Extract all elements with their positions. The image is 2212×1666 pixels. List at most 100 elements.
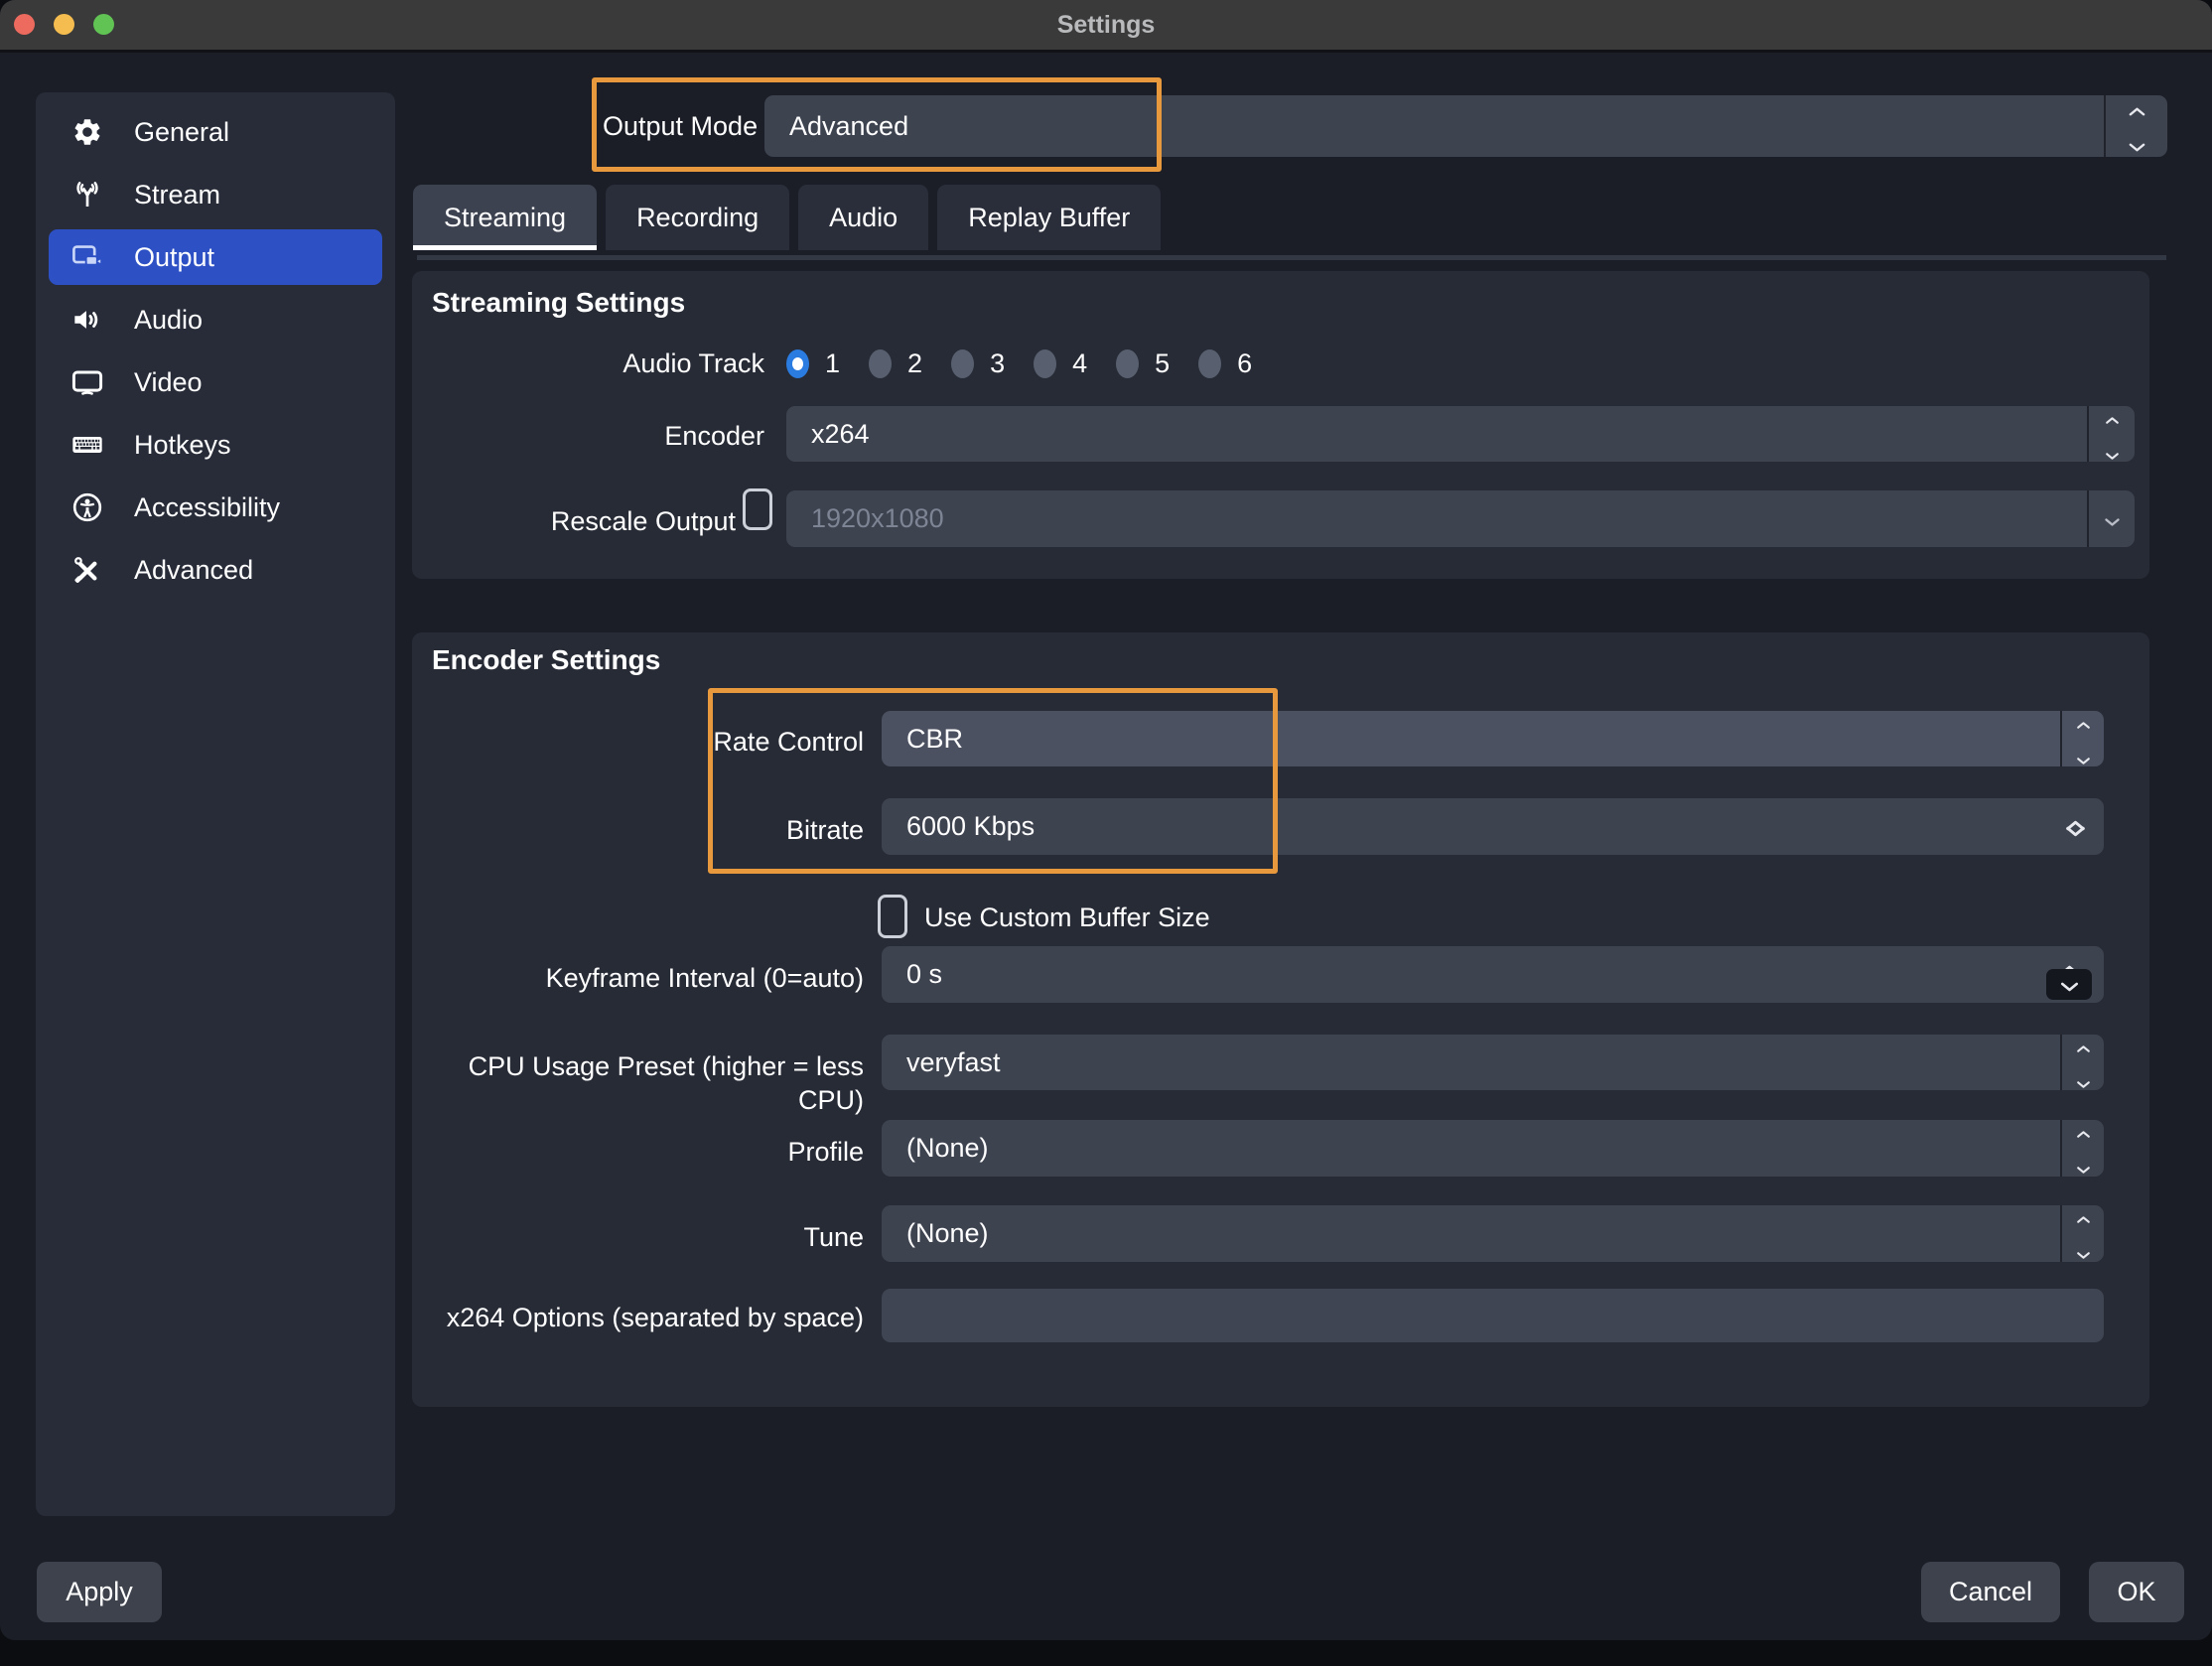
display-camera-icon [70,240,104,274]
tab-baseline [417,255,2166,260]
tab-label: Recording [636,203,759,233]
audio-track-option-3[interactable]: 3 [951,348,1005,379]
streaming-settings-title: Streaming Settings [432,287,685,319]
audio-track-option-2[interactable]: 2 [869,348,922,379]
radio-icon[interactable] [1198,349,1221,378]
radio-label: 1 [825,348,840,379]
output-mode-stepper[interactable] [2104,95,2167,157]
window-title: Settings [0,0,2212,50]
sidebar-item-output[interactable]: Output [49,229,382,285]
speaker-icon [70,303,104,337]
tools-icon [70,553,104,587]
sidebar-item-label: Output [134,242,214,273]
spin-down-pressed[interactable] [2046,969,2092,1000]
rate-control-select[interactable]: CBR [882,711,2104,766]
radio-label: 6 [1237,348,1252,379]
x264-options-label: x264 Options (separated by space) [412,1301,864,1334]
encoder-settings-panel: Encoder Settings Rate Control CBR Bitrat… [412,632,2149,1407]
antenna-icon [70,178,104,211]
apply-button[interactable]: Apply [37,1562,162,1622]
rescale-output-dropdown-arrow[interactable] [2087,490,2135,547]
chevron-up-icon [2076,1035,2091,1060]
encoder-label: Encoder [412,419,764,453]
rate-control-stepper[interactable] [2060,711,2104,766]
settings-window: Settings General Stream Output Audio Video Ho… [0,0,2212,1640]
titlebar: Settings [0,0,2212,53]
tune-label: Tune [412,1220,864,1254]
encoder-settings-title: Encoder Settings [432,644,660,676]
radio-icon[interactable] [786,349,809,378]
keyframe-interval-spinbox[interactable]: 0 s [882,946,2104,1003]
rescale-output-select[interactable]: 1920x1080 [786,490,2135,547]
output-mode-label: Output Mode [603,109,758,143]
rescale-output-value: 1920x1080 [811,503,944,534]
sidebar-item-label: Accessibility [134,492,280,523]
radio-label: 2 [907,348,922,379]
cancel-button[interactable]: Cancel [1921,1562,2060,1622]
audio-track-option-1[interactable]: 1 [786,348,840,379]
radio-icon[interactable] [869,349,892,378]
sidebar-item-advanced[interactable]: Advanced [49,542,382,598]
spin-down-icon [2059,969,2080,1000]
sidebar-item-stream[interactable]: Stream [49,167,382,222]
tab-recording[interactable]: Recording [606,185,789,250]
encoder-select[interactable]: x264 [786,406,2135,462]
spin-down-icon[interactable] [2064,814,2087,845]
sidebar-item-label: General [134,117,229,148]
profile-stepper[interactable] [2060,1120,2104,1177]
audio-track-option-5[interactable]: 5 [1116,348,1170,379]
rescale-output-label: Rescale Output [412,504,736,538]
sidebar-item-label: Audio [134,305,203,336]
screen: Settings General Stream Output Audio Video Ho… [0,0,2212,1666]
radio-label: 5 [1155,348,1170,379]
sidebar-item-label: Stream [134,180,220,210]
accessibility-icon [70,490,104,524]
ok-button[interactable]: OK [2089,1562,2184,1622]
tab-label: Replay Buffer [968,203,1130,233]
x264-options-input[interactable] [882,1289,2104,1342]
use-custom-buffer-size-checkbox[interactable] [878,895,907,938]
rescale-output-checkbox[interactable] [743,488,772,530]
sidebar-item-audio[interactable]: Audio [49,292,382,347]
encoder-stepper[interactable] [2087,406,2135,462]
encoder-value: x264 [811,419,870,450]
audio-track-option-6[interactable]: 6 [1198,348,1252,379]
output-mode-select[interactable]: Advanced [764,95,2167,157]
radio-icon[interactable] [1116,349,1139,378]
radio-icon[interactable] [1034,349,1056,378]
bitrate-label: Bitrate [412,813,864,847]
chevron-down-icon [2128,129,2146,158]
sidebar-item-label: Advanced [134,555,253,586]
keyboard-icon [70,428,104,462]
bitrate-value: 6000 Kbps [906,811,1035,842]
chevron-up-icon [2076,1205,2091,1231]
sidebar-item-video[interactable]: Video [49,354,382,410]
tab-label: Streaming [444,203,566,233]
chevron-up-icon [2105,406,2120,432]
sidebar-item-accessibility[interactable]: Accessibility [49,480,382,535]
tune-select[interactable]: (None) [882,1205,2104,1262]
radio-label: 4 [1072,348,1087,379]
sidebar-item-general[interactable]: General [49,104,382,160]
chevron-down-icon [2076,1151,2091,1177]
cpu-usage-preset-select[interactable]: veryfast [882,1035,2104,1090]
profile-label: Profile [412,1135,864,1169]
tune-stepper[interactable] [2060,1205,2104,1262]
tab-replay-buffer[interactable]: Replay Buffer [937,185,1161,250]
tab-streaming[interactable]: Streaming [413,185,597,250]
bitrate-spinbox[interactable]: 6000 Kbps [882,798,2104,855]
audio-track-option-4[interactable]: 4 [1034,348,1087,379]
sidebar-item-hotkeys[interactable]: Hotkeys [49,417,382,473]
audio-track-radios: 123456 [786,337,1252,390]
cpu-usage-preset-stepper[interactable] [2060,1035,2104,1090]
output-mode-value: Advanced [789,111,908,142]
chevron-down-icon [2104,503,2121,534]
profile-select[interactable]: (None) [882,1120,2104,1177]
sidebar: General Stream Output Audio Video Hotkeys Acce… [36,92,395,1516]
chevron-down-icon [2105,437,2120,463]
audio-track-label: Audio Track [412,347,764,380]
radio-icon[interactable] [951,349,974,378]
sidebar-item-label: Hotkeys [134,430,231,461]
cpu-usage-preset-value: veryfast [906,1047,1001,1078]
tab-audio[interactable]: Audio [798,185,928,250]
